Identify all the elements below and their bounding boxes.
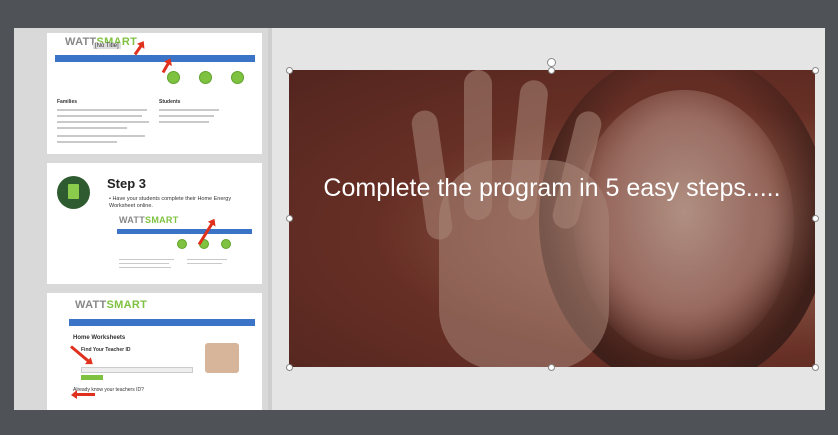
text-line — [159, 115, 214, 117]
text-line — [57, 135, 145, 137]
slide-title[interactable]: Complete the program in 5 easy steps....… — [289, 172, 815, 204]
worksheet-icon — [199, 71, 212, 84]
families-heading: Families — [57, 99, 78, 105]
text-line — [57, 141, 117, 143]
slide-thumbnail-2[interactable]: Step 3 • Have your students complete the… — [47, 163, 262, 284]
resize-handle[interactable] — [548, 364, 555, 371]
resize-handle[interactable] — [286, 67, 293, 74]
survey-icon — [221, 239, 231, 249]
home-worksheets-heading: Home Worksheets — [73, 335, 126, 341]
slide-overlay — [289, 70, 815, 367]
nav-bar — [69, 319, 255, 326]
nav-bar — [55, 55, 255, 62]
slide-editing-area[interactable]: Complete the program in 5 easy steps....… — [272, 28, 825, 410]
no-title-label: [No Title] — [93, 43, 121, 49]
step-badge — [57, 176, 90, 209]
resize-handle[interactable] — [812, 215, 819, 222]
text-line — [119, 267, 171, 268]
current-slide[interactable]: Complete the program in 5 easy steps....… — [289, 70, 815, 367]
text-line — [119, 259, 174, 260]
slide-thumbnail-3[interactable]: WATTSMART Home Worksheets Find Your Teac… — [47, 293, 262, 410]
presentation-editor: WATTSMART [No Title] Families Students S… — [14, 28, 825, 410]
step-bullet: • Have your students complete their Home… — [109, 196, 232, 209]
resize-handle[interactable] — [286, 215, 293, 222]
wattsmart-logo: WATTSMART — [119, 215, 179, 225]
rotate-handle[interactable] — [547, 58, 556, 67]
text-line — [187, 259, 227, 260]
teacher-photo — [205, 343, 239, 373]
text-line — [187, 263, 222, 264]
resize-handle[interactable] — [812, 67, 819, 74]
nav-bar — [117, 229, 252, 234]
text-line — [57, 121, 149, 123]
step-title: Step 3 — [107, 176, 147, 191]
resize-handle[interactable] — [812, 364, 819, 371]
wattsmart-logo: WATTSMART — [75, 299, 148, 311]
slide-thumbnail-1[interactable]: WATTSMART [No Title] Families Students — [47, 33, 262, 154]
slide-thumbnail-panel[interactable]: WATTSMART [No Title] Families Students S… — [14, 28, 272, 410]
text-line — [159, 121, 209, 123]
presentation-icon — [177, 239, 187, 249]
find-teacher-label: Find Your Teacher ID — [81, 347, 131, 353]
document-icon — [68, 184, 79, 199]
text-line — [119, 263, 169, 264]
text-line — [57, 109, 147, 111]
search-button[interactable] — [81, 375, 103, 380]
survey-icon — [231, 71, 244, 84]
students-heading: Students — [159, 99, 181, 105]
resize-handle[interactable] — [548, 67, 555, 74]
text-line — [57, 115, 142, 117]
text-line — [57, 127, 127, 129]
text-line — [159, 109, 219, 111]
presentation-icon — [167, 71, 180, 84]
red-arrow — [75, 393, 95, 396]
teacher-id-input[interactable] — [81, 367, 193, 373]
resize-handle[interactable] — [286, 364, 293, 371]
